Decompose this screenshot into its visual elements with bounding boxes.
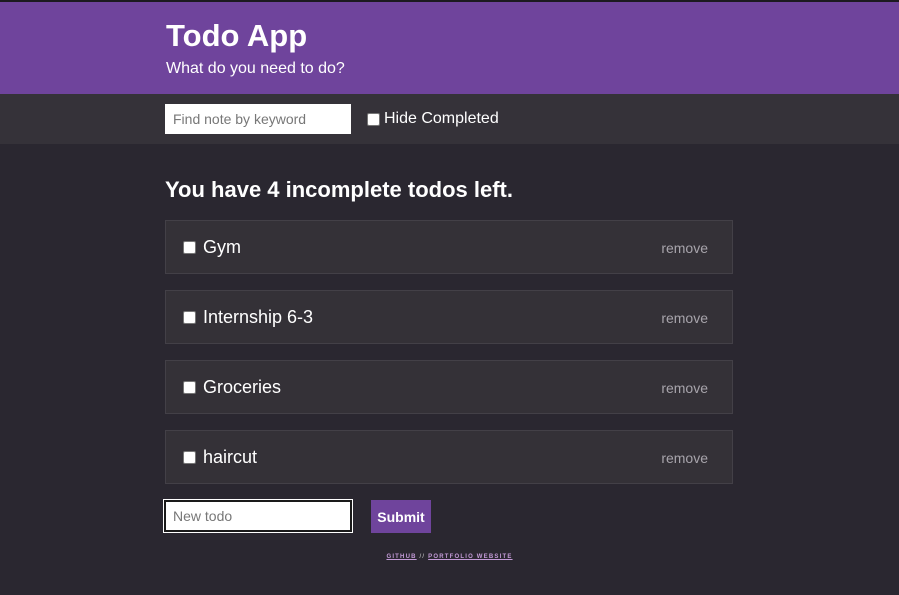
remove-button[interactable]: remove — [661, 239, 708, 257]
todo-text: Internship 6-3 — [203, 307, 314, 327]
filter-bar: Hide Completed — [0, 94, 899, 144]
app-header: Todo App What do you need to do? — [0, 2, 899, 94]
app-subtitle: What do you need to do? — [166, 60, 345, 77]
todo-checkbox[interactable] — [183, 451, 196, 464]
submit-button[interactable]: Submit — [371, 500, 431, 533]
todo-text: Gym — [203, 237, 241, 257]
todo-item: haircut remove — [165, 430, 733, 484]
remove-button[interactable]: remove — [661, 379, 708, 397]
todo-item: Groceries remove — [165, 360, 733, 414]
todo-text: haircut — [203, 447, 258, 467]
footer-separator: // — [419, 554, 426, 560]
remove-button[interactable]: remove — [661, 449, 708, 467]
footer: GITHUB // PORTFOLIO WEBSITE — [0, 552, 899, 562]
todo-checkbox[interactable] — [183, 241, 196, 254]
incomplete-count-heading: You have 4 incomplete todos left. — [165, 177, 513, 202]
todo-checkbox[interactable] — [183, 381, 196, 394]
new-todo-input[interactable] — [163, 499, 353, 533]
hide-completed-checkbox[interactable] — [367, 112, 380, 126]
github-link[interactable]: GITHUB — [386, 554, 416, 560]
hide-completed-label: Hide Completed — [384, 110, 499, 127]
todo-checkbox[interactable] — [183, 311, 196, 324]
remove-button[interactable]: remove — [661, 309, 708, 327]
app-title: Todo App — [166, 18, 308, 53]
todo-item: Gym remove — [165, 220, 733, 274]
todo-item: Internship 6-3 remove — [165, 290, 733, 344]
portfolio-link[interactable]: PORTFOLIO WEBSITE — [428, 554, 512, 560]
search-input[interactable] — [165, 104, 351, 134]
hide-completed-toggle[interactable]: Hide Completed — [367, 109, 499, 129]
todo-text: Groceries — [203, 377, 282, 397]
